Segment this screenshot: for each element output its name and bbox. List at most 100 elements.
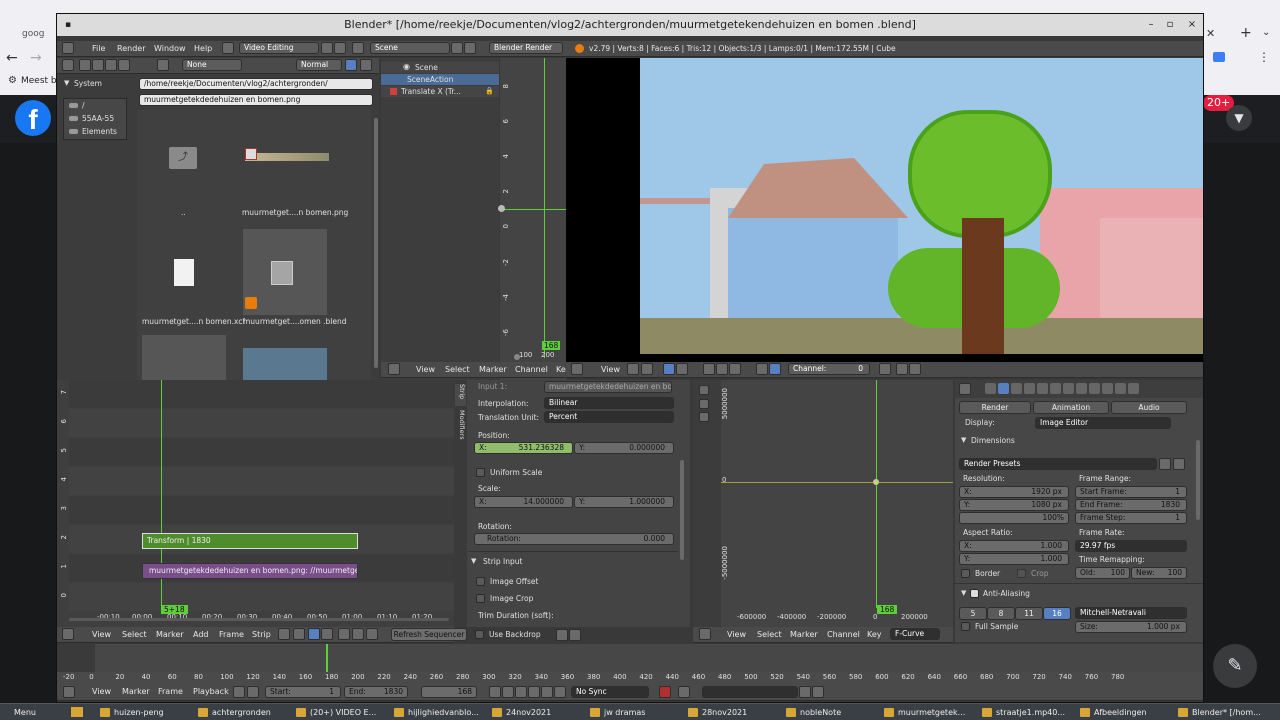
settings-gear-icon[interactable]: ⚙ xyxy=(8,75,17,86)
camera-icon[interactable] xyxy=(909,363,921,375)
filename-field[interactable]: muurmetgetekdedehuizen en bomen.png xyxy=(139,94,373,106)
delete-key-icon[interactable] xyxy=(812,686,824,698)
outliner-scene[interactable]: Scene xyxy=(415,63,438,72)
layout-remove-icon[interactable] xyxy=(334,42,346,54)
graph-menu-marker[interactable]: Marker xyxy=(790,630,818,639)
antialiasing-checkbox[interactable] xyxy=(970,589,979,598)
overlay-icon[interactable] xyxy=(352,628,364,640)
timeline-menu-playback[interactable]: Playback xyxy=(193,687,229,696)
taskbar-task[interactable]: nobleNote xyxy=(784,706,878,719)
video-thumbnail[interactable] xyxy=(243,348,327,380)
view-type-icon[interactable] xyxy=(278,628,290,640)
context-tab-icon[interactable] xyxy=(1076,383,1087,394)
sync-selector[interactable]: No Sync xyxy=(571,686,649,698)
outliner-channel[interactable]: Translate X (Tr... xyxy=(401,87,471,96)
snap-icon[interactable] xyxy=(308,628,320,640)
timeline-menu-view[interactable]: View xyxy=(92,687,111,696)
aa-samples-5[interactable]: 5 xyxy=(959,607,987,620)
eye-icon[interactable]: ◉ xyxy=(403,62,410,71)
context-tab-icon[interactable] xyxy=(1089,383,1100,394)
graph-editor-icon[interactable] xyxy=(699,628,711,640)
graph-mode-selector[interactable]: F-Curve xyxy=(890,628,940,640)
image-browse-icon[interactable] xyxy=(157,59,169,71)
sequencer-editor-icon[interactable] xyxy=(571,363,583,375)
file-manager-icon[interactable] xyxy=(71,707,83,717)
interpolation-selector[interactable]: Bilinear xyxy=(544,397,674,409)
seq-scrollbar[interactable] xyxy=(69,618,449,621)
collapse-arrow-icon[interactable]: ▼ xyxy=(961,436,966,444)
end-frame-field[interactable]: End Frame: 1830 xyxy=(1075,499,1187,511)
preset-add-icon[interactable] xyxy=(1159,458,1171,470)
crop-checkbox[interactable] xyxy=(1017,569,1026,578)
cube-thumbnail[interactable] xyxy=(142,335,226,380)
window-pin-icon[interactable]: ▪ xyxy=(65,14,71,36)
back-arrow-icon[interactable]: ← xyxy=(6,50,18,66)
graph-menu-marker[interactable]: Marker xyxy=(479,365,507,374)
graph-menu-view[interactable]: View xyxy=(727,630,746,639)
sort-alpha-icon[interactable] xyxy=(345,59,357,71)
overlay-icon[interactable] xyxy=(338,628,350,640)
extension-icon[interactable] xyxy=(1213,52,1225,62)
translation-unit-selector[interactable]: Percent xyxy=(544,411,674,423)
play-icon[interactable] xyxy=(528,686,540,698)
overlay-icon[interactable] xyxy=(366,628,378,640)
facebook-logo-icon[interactable]: f xyxy=(15,100,51,136)
refresh-icon[interactable] xyxy=(92,59,104,71)
strip-input-header[interactable]: Strip Input xyxy=(483,557,522,566)
insert-key-icon[interactable] xyxy=(799,686,811,698)
taskbar-task[interactable]: Blender* [/hom... xyxy=(1176,706,1270,719)
menu-file[interactable]: File xyxy=(92,44,105,53)
graph-menu-select[interactable]: Select xyxy=(757,630,782,639)
view-mode-icon[interactable] xyxy=(627,363,639,375)
jump-end-icon[interactable] xyxy=(554,686,566,698)
graph-menu-view[interactable]: View xyxy=(416,365,435,374)
file-name-up[interactable]: .. xyxy=(181,208,186,217)
taskbar-task[interactable]: hijlighiedvanblo... xyxy=(392,706,486,719)
backdrop-icon[interactable] xyxy=(756,363,768,375)
tab-animation[interactable]: Animation xyxy=(1033,401,1109,414)
time-lock-icon[interactable] xyxy=(247,686,259,698)
backdrop-icon[interactable] xyxy=(769,363,781,375)
seq-menu-strip[interactable]: Strip xyxy=(252,630,271,639)
context-tab-icon[interactable] xyxy=(1037,383,1048,394)
image-offset-checkbox[interactable] xyxy=(476,577,485,586)
close-button[interactable]: × xyxy=(1185,18,1199,32)
filter-size-field[interactable]: Size: 1.000 px xyxy=(1075,621,1187,633)
channel-icon[interactable] xyxy=(676,363,688,375)
outliner-action[interactable]: SceneAction xyxy=(407,75,453,84)
compose-post-button[interactable]: ✎ xyxy=(1213,644,1257,688)
new-dir-icon[interactable] xyxy=(105,59,117,71)
menu-render[interactable]: Render xyxy=(117,44,145,53)
timeline-editor-icon[interactable] xyxy=(63,686,75,698)
file-scrollbar[interactable] xyxy=(374,118,378,368)
next-key-icon[interactable] xyxy=(541,686,553,698)
record-icon[interactable] xyxy=(659,686,671,698)
image-crop-checkbox[interactable] xyxy=(476,594,485,603)
channel-icon[interactable] xyxy=(699,385,709,395)
layout-add-icon[interactable] xyxy=(321,42,333,54)
channel-icon[interactable] xyxy=(663,363,675,375)
account-dropdown-icon[interactable]: ▼ xyxy=(1226,105,1252,131)
taskbar-task[interactable]: muurmetgetek... xyxy=(882,706,976,719)
collapse-arrow-icon[interactable]: ▼ xyxy=(471,557,476,565)
keyframe-icon[interactable] xyxy=(678,686,690,698)
play-reverse-icon[interactable] xyxy=(515,686,527,698)
resolution-percent-field[interactable]: 100% xyxy=(959,512,1069,524)
collapse-arrow-icon[interactable]: ▼ xyxy=(64,79,69,87)
context-tab-icon[interactable] xyxy=(998,383,1009,394)
layout-icon[interactable] xyxy=(222,42,234,54)
aa-filter-selector[interactable]: Mitchell-Netravali xyxy=(1075,607,1187,619)
snap-icon[interactable] xyxy=(321,628,333,640)
dimensions-header[interactable]: Dimensions xyxy=(971,436,1015,445)
strip-transform[interactable]: Transform | 1830 xyxy=(142,533,358,549)
scene-selector[interactable]: Scene xyxy=(370,42,450,54)
panel-scrollbar[interactable] xyxy=(680,460,684,560)
input-field[interactable]: muurmetgetekdedehuizen en bome... xyxy=(544,381,672,393)
graph-menu-channel[interactable]: Channel xyxy=(827,630,860,639)
firefox-menu-icon[interactable]: ⋮ xyxy=(1258,50,1270,64)
aa-samples-11[interactable]: 11 xyxy=(1015,607,1043,620)
graph-menu-select[interactable]: Select xyxy=(445,365,470,374)
context-tab-icon[interactable] xyxy=(1063,383,1074,394)
channel-icon[interactable] xyxy=(699,412,709,422)
strip-image[interactable]: muurmetgetekdedehuizen en bomen.png: //m… xyxy=(142,563,358,579)
